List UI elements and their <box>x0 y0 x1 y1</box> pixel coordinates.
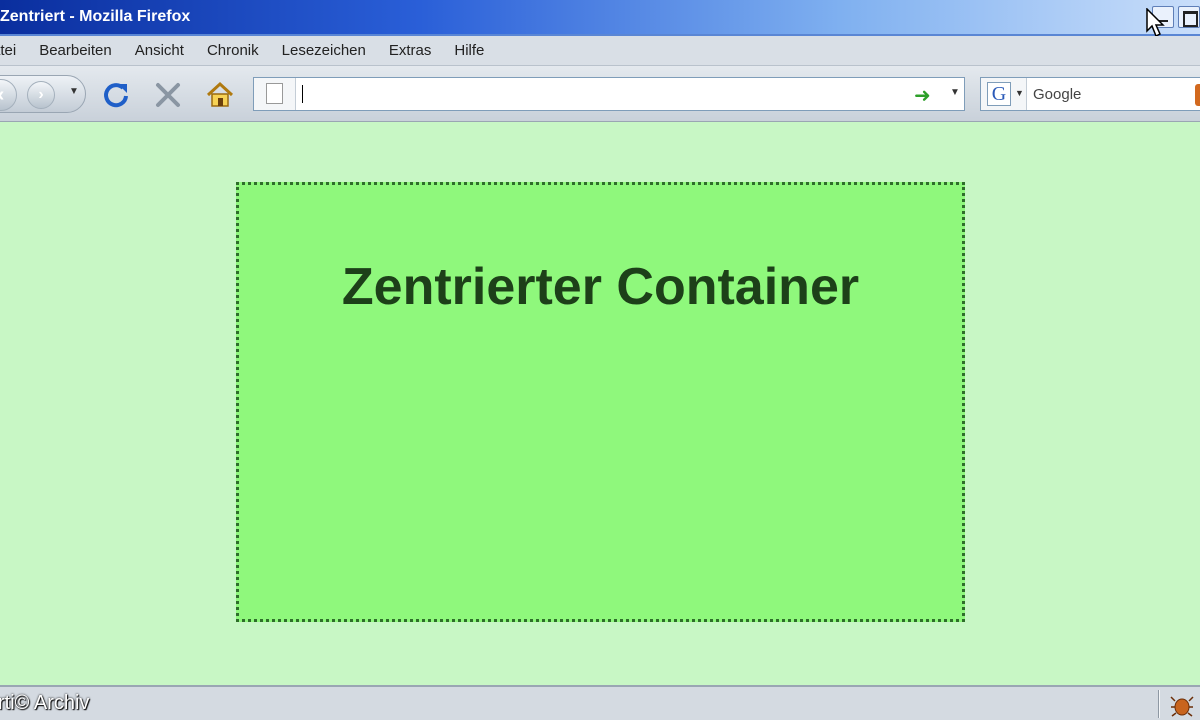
stop-icon[interactable] <box>153 80 183 110</box>
menu-bar: atei Bearbeiten Ansicht Chronik Lesezeic… <box>0 36 1200 66</box>
title-bar: Zentriert - Mozilla Firefox <box>0 0 1200 38</box>
mouse-cursor-icon <box>1146 8 1165 38</box>
status-text: rti© Archiv <box>0 692 90 714</box>
search-input[interactable] <box>1033 81 1193 107</box>
status-divider <box>1158 690 1160 718</box>
maximize-button[interactable] <box>1178 6 1200 28</box>
window-title: Zentriert - Mozilla Firefox <box>0 8 191 25</box>
engine-dropdown-icon: ▼ <box>1015 88 1024 98</box>
menu-extras[interactable]: Extras <box>389 42 432 59</box>
reload-icon[interactable] <box>101 80 131 110</box>
bug-icon[interactable] <box>1170 693 1194 717</box>
text-caret <box>302 85 303 103</box>
container-heading: Zentrierter Container <box>341 258 860 316</box>
url-input[interactable] <box>300 81 900 107</box>
forward-button[interactable]: › <box>27 81 55 109</box>
back-forward-group: ‹ › ▼ <box>0 75 86 113</box>
page-content: Zentrierter Container <box>0 122 1200 685</box>
menu-lesezeichen[interactable]: Lesezeichen <box>282 42 366 59</box>
history-dropdown-icon[interactable]: ▼ <box>69 86 79 97</box>
menu-datei[interactable]: atei <box>0 42 16 59</box>
status-bar: rti© Archiv <box>0 685 1200 720</box>
menu-bearbeiten[interactable]: Bearbeiten <box>39 42 112 59</box>
search-icon[interactable] <box>1195 84 1200 106</box>
url-dropdown-icon[interactable]: ▼ <box>950 87 960 98</box>
back-button[interactable]: ‹ <box>0 79 17 111</box>
google-icon: G <box>987 82 1011 106</box>
menu-hilfe[interactable]: Hilfe <box>454 42 484 59</box>
menu-chronik[interactable]: Chronik <box>207 42 259 59</box>
centered-container: Zentrierter Container <box>236 182 965 622</box>
url-bar[interactable]: ➜ ▼ <box>253 77 965 111</box>
menu-ansicht[interactable]: Ansicht <box>135 42 184 59</box>
go-arrow-icon[interactable]: ➜ <box>914 83 931 108</box>
home-icon[interactable] <box>205 80 235 110</box>
search-engine-selector[interactable]: G ▼ <box>981 78 1027 110</box>
navigation-toolbar: ‹ › ▼ ➜ ▼ G ▼ <box>0 66 1200 122</box>
search-bar[interactable]: G ▼ <box>980 77 1200 111</box>
page-favicon-icon <box>254 78 296 110</box>
